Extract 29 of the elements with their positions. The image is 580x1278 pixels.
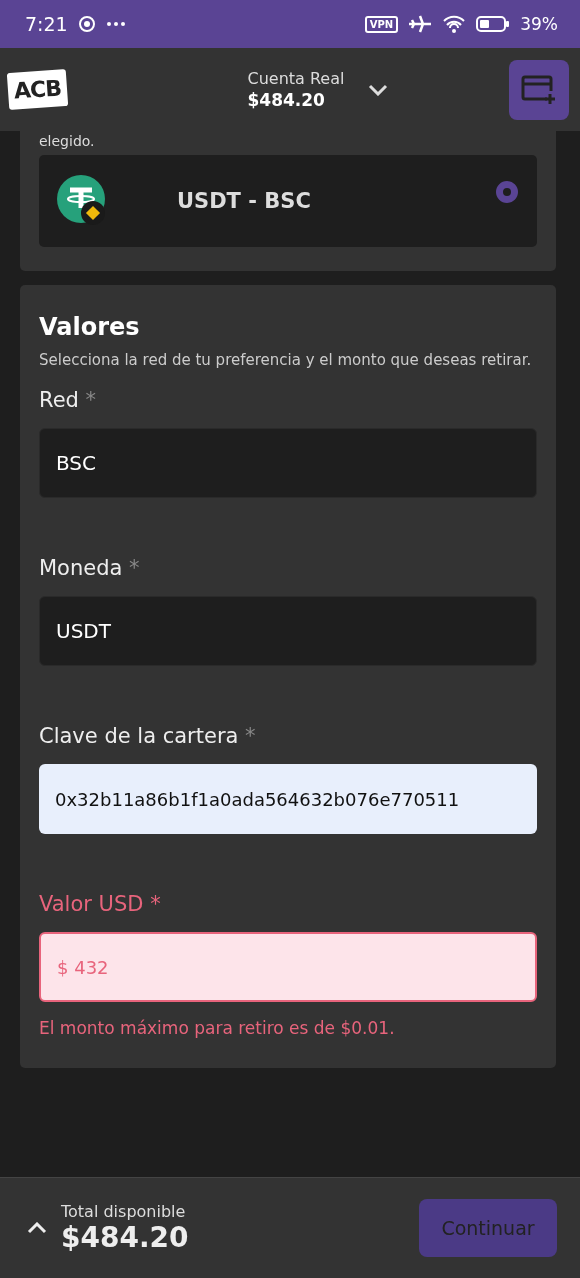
- section-title: Valores: [39, 313, 141, 341]
- payment-option[interactable]: USDT - BSC: [39, 155, 537, 247]
- total-amount: $484.20: [61, 1221, 189, 1254]
- radio-button[interactable]: [496, 181, 518, 203]
- intro-text: elegido.: [39, 133, 96, 149]
- input-field[interactable]: USDT: [39, 596, 537, 666]
- error-message: El monto máximo para retiro es de $0.01.: [39, 1018, 396, 1038]
- wifi-icon: [442, 14, 467, 34]
- chevron-down-icon[interactable]: [368, 83, 389, 96]
- account-name: Cuenta Real: [247, 69, 345, 88]
- input-field[interactable]: 0x32b11a86b1f1a0ada564632b076e770511: [39, 764, 537, 834]
- field-label: Clave de la cartera *: [39, 724, 257, 748]
- vpn-badge: VPN: [364, 15, 399, 33]
- airplane-icon: [408, 14, 433, 34]
- card-plus-icon: [521, 74, 557, 105]
- chevron-up-icon[interactable]: [27, 1222, 47, 1234]
- clock: 7:21: [25, 13, 68, 35]
- battery-percent: 39%: [520, 14, 558, 34]
- browser-icon: [77, 15, 96, 33]
- battery-icon: [476, 15, 511, 33]
- input-field[interactable]: BSC: [39, 428, 537, 498]
- field-label: Red *: [39, 388, 98, 412]
- total-label: Total disponible: [61, 1202, 187, 1221]
- more-icon: [105, 21, 126, 27]
- logo[interactable]: ACB: [6, 69, 69, 110]
- account-balance: $484.20: [247, 90, 326, 110]
- field-label: Moneda *: [39, 556, 141, 580]
- section-description: Selecciona la red de tu preferencia y el monto que deseas retirar.: [39, 350, 533, 371]
- field-label: Valor USD *: [39, 892, 162, 916]
